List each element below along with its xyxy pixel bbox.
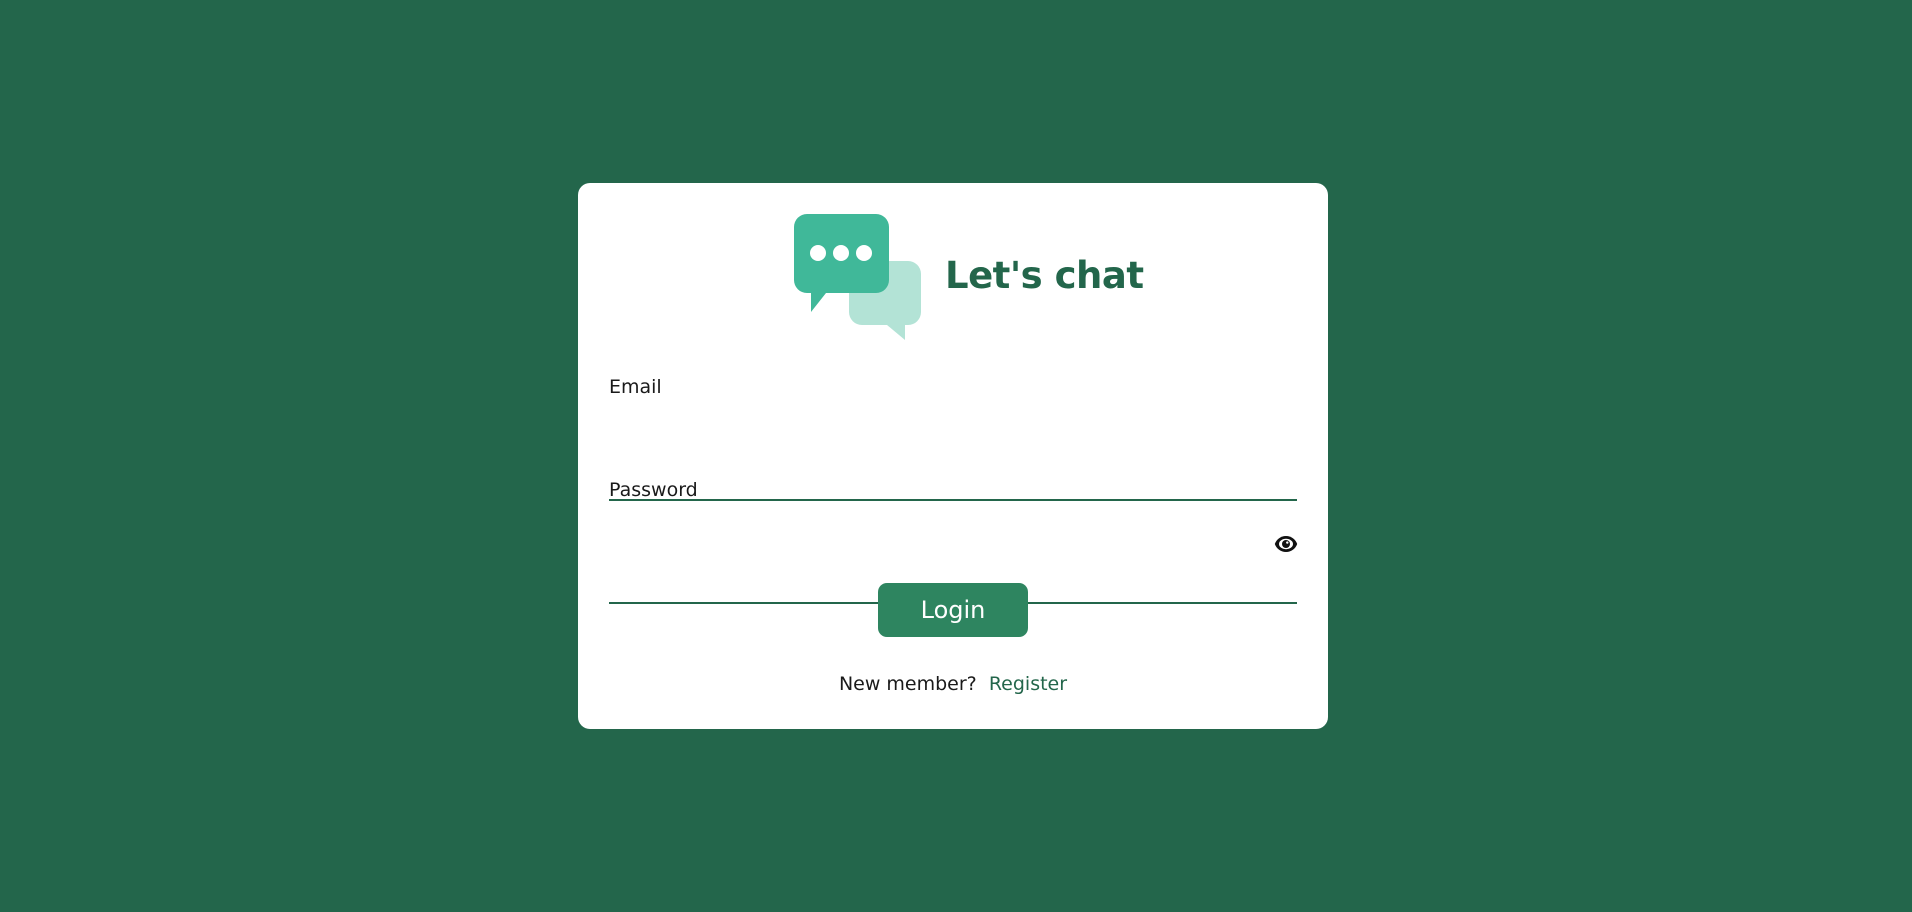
register-prompt: New member? — [838, 673, 977, 695]
login-page: Let's chat Email Password Login New memb… — [0, 0, 1912, 912]
email-label: Email — [609, 376, 662, 398]
app-title: Let's chat — [945, 254, 1144, 297]
login-card: Let's chat Email Password Login New memb… — [578, 183, 1328, 729]
email-field[interactable] — [609, 461, 1297, 501]
register-row: New member? Register — [578, 673, 1328, 695]
chat-bubbles-icon — [794, 214, 921, 340]
register-link[interactable]: Register — [989, 673, 1067, 695]
password-label: Password — [609, 479, 698, 501]
login-button[interactable]: Login — [878, 583, 1028, 637]
brand-header: Let's chat — [794, 214, 1144, 341]
eye-icon — [1274, 536, 1298, 552]
show-password-toggle[interactable] — [1273, 531, 1299, 557]
